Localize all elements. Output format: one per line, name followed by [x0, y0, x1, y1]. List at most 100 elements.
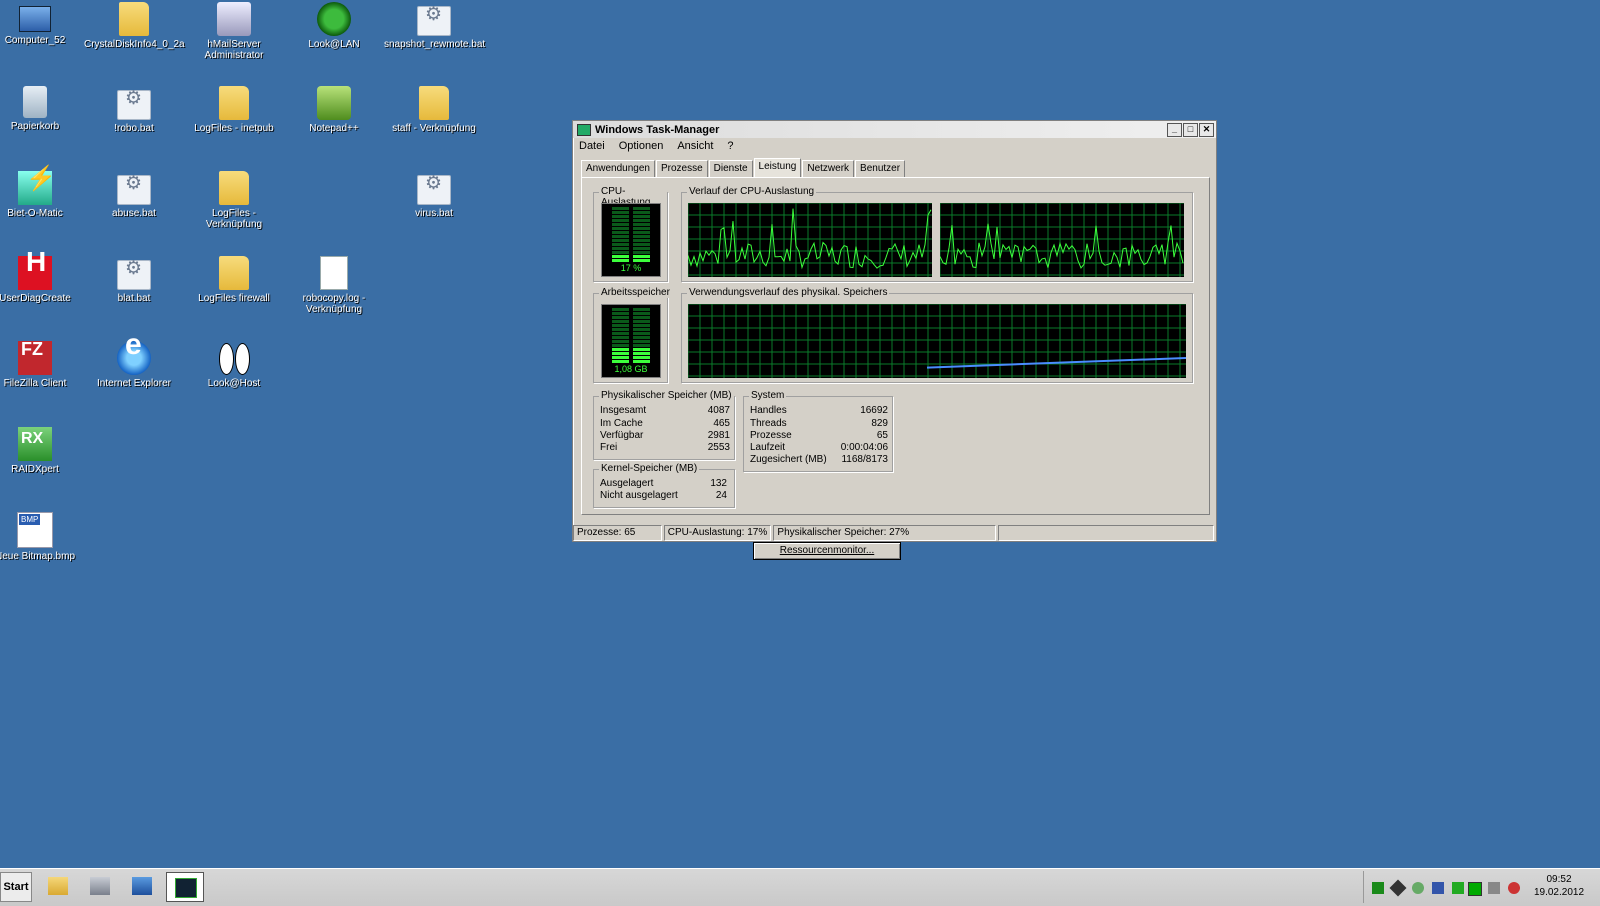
status-cpu: CPU-Auslastung: 17%	[663, 525, 772, 541]
tab-prozesse[interactable]: Prozesse	[655, 160, 708, 178]
desktop-shortcut[interactable]: FileZilla Client	[0, 341, 85, 389]
desktop-shortcut[interactable]: snapshot_rewmote.bat	[384, 2, 485, 50]
desktop-shortcut[interactable]: LogFiles - Verknüpfung	[184, 171, 284, 230]
tab-dienste[interactable]: Dienste	[708, 160, 753, 178]
checkmark-icon[interactable]	[1372, 882, 1384, 894]
look-at-lan-icon	[317, 2, 351, 36]
system-group: System Handles 16692 Threads 829 Prozess…	[743, 390, 893, 472]
memory-history-graph	[688, 304, 1186, 378]
batch-file-icon	[417, 6, 451, 36]
cpu-meter-bar-segment	[612, 223, 629, 226]
system-tray: 09:52 19.02.2012	[1363, 871, 1600, 903]
desktop-shortcut[interactable]: RAIDXpert	[0, 427, 85, 475]
cpu-meter-bar-segment	[612, 211, 629, 214]
speaker-muted-icon[interactable]	[1508, 882, 1520, 894]
desktop-shortcut[interactable]: hMailServer Administrator	[184, 2, 284, 61]
memory-meter-bar-segment	[633, 316, 650, 319]
keyboard-layout-icon[interactable]	[1432, 882, 1444, 894]
memory-meter-bar-segment	[633, 348, 650, 351]
minimize-button[interactable]: _	[1167, 122, 1182, 137]
desktop-shortcut-label: hMailServer Administrator	[204, 39, 264, 61]
memory-meter-bar-segment	[612, 336, 629, 339]
desktop-shortcut[interactable]: Neue Bitmap.bmp	[0, 512, 85, 562]
tag-icon[interactable]	[1389, 879, 1407, 897]
desktop-shortcut[interactable]: Notepad++	[284, 86, 384, 134]
internet-explorer-icon	[117, 339, 151, 375]
maximize-button[interactable]: □	[1183, 122, 1198, 137]
system-uptime-value: 0:00:04:06	[840, 442, 888, 453]
folder-icon	[219, 256, 249, 290]
cpu-meter-bar-segment	[633, 251, 650, 254]
desktop-shortcut[interactable]: Computer_52	[0, 2, 85, 46]
tab-leistung[interactable]: Leistung	[753, 158, 802, 178]
desktop-shortcut[interactable]: Internet Explorer	[84, 339, 184, 389]
task-manager-tray-icon[interactable]	[1468, 882, 1482, 896]
desktop-shortcut[interactable]: CrystalDiskInfo4_0_2a	[84, 2, 185, 50]
desktop-shortcut[interactable]: robocopy.log - Verknüpfung	[284, 256, 384, 315]
physical-memory-title: Physikalischer Speicher (MB)	[599, 390, 734, 401]
taskbar-explorer-button[interactable]	[40, 872, 76, 900]
taskbar-task-manager-button[interactable]	[166, 872, 204, 902]
menu-optionen[interactable]: Optionen	[619, 140, 664, 152]
taskbar-powershell-button[interactable]	[124, 872, 160, 900]
start-button[interactable]: Start	[0, 872, 32, 902]
memory-title: Arbeitsspeicher	[599, 287, 672, 298]
desktop-shortcut[interactable]: Papierkorb	[0, 86, 85, 132]
resource-monitor-button[interactable]: Ressourcenmonitor...	[753, 542, 901, 560]
phys-available-label: Verfügbar	[600, 430, 644, 441]
desktop-shortcut-label: robocopy.log - Verknüpfung	[302, 293, 366, 315]
cpu-meter-bar-segment	[612, 243, 629, 246]
system-threads-value: 829	[871, 418, 888, 429]
memory-meter-bar-segment	[633, 356, 650, 359]
close-button[interactable]: ✕	[1199, 122, 1214, 137]
cpu-meter-bar-segment	[633, 235, 650, 238]
desktop-shortcut[interactable]: Biet-O-Matic	[0, 171, 85, 219]
status-bar: Prozesse: 65 CPU-Auslastung: 17% Physika…	[573, 525, 1216, 541]
menu-bar: Datei Optionen Ansicht ?	[573, 138, 1216, 154]
desktop-shortcut[interactable]: LogFiles - inetpub	[184, 86, 284, 134]
desktop-shortcut-label: CrystalDiskInfo4_0_2a	[84, 39, 185, 50]
clock[interactable]: 09:52 19.02.2012	[1529, 873, 1589, 899]
cpu-meter-bar-segment	[633, 211, 650, 214]
recycle-icon[interactable]	[1412, 882, 1424, 894]
cpu-history-group: Verlauf der CPU-Auslastung	[681, 186, 1193, 282]
cpu-meter-bar-segment	[633, 231, 650, 234]
menu-datei[interactable]: Datei	[579, 140, 605, 152]
desktop-shortcut[interactable]: staff - Verknüpfung	[384, 86, 484, 134]
desktop-shortcut[interactable]: LogFiles firewall	[184, 256, 284, 304]
memory-meter-bar-segment	[612, 340, 629, 343]
menu-ansicht[interactable]: Ansicht	[677, 140, 713, 152]
cpu-meter-bar-segment	[633, 207, 650, 210]
status-processes: Prozesse: 65	[573, 525, 662, 541]
memory-meter-bar-segment	[633, 308, 650, 311]
memory-history-line	[926, 357, 1186, 369]
phys-total-label: Insgesamt	[600, 405, 647, 416]
cpu-meter-bar-segment	[633, 239, 650, 242]
desktop-shortcut[interactable]: blat.bat	[84, 256, 184, 304]
memory-meter-bar-segment	[612, 324, 629, 327]
desktop-shortcut[interactable]: abuse.bat	[84, 171, 184, 219]
desktop-shortcut[interactable]: !robo.bat	[84, 86, 184, 134]
desktop-shortcut[interactable]: Look@LAN	[284, 2, 384, 50]
taskbar-server-manager-button[interactable]	[82, 872, 118, 900]
title-bar[interactable]: Windows Task-Manager _ □ ✕	[573, 121, 1216, 138]
network-icon[interactable]	[1488, 882, 1500, 894]
cpu-usage-meter: 17 %	[601, 203, 661, 277]
tab-anwendungen[interactable]: Anwendungen	[581, 160, 655, 178]
desktop-shortcut[interactable]: virus.bat	[384, 171, 484, 219]
desktop-shortcut-label: !robo.bat	[114, 123, 154, 134]
memory-meter-bar-segment	[612, 308, 629, 311]
biet-o-matic-icon	[18, 171, 56, 205]
system-handles-value: 16692	[860, 405, 888, 416]
raidxpert-icon	[18, 427, 52, 461]
menu-help[interactable]: ?	[727, 140, 733, 152]
kernel-paged-value: 132	[710, 478, 727, 489]
memory-meter-value-label: 1,08 GB	[614, 364, 647, 374]
tab-benutzer[interactable]: Benutzer	[855, 160, 906, 178]
desktop-shortcut[interactable]: UserDiagCreate	[0, 256, 85, 304]
tab-netzwerk[interactable]: Netzwerk	[802, 160, 855, 178]
desktop-shortcut-label: staff - Verknüpfung	[392, 123, 476, 134]
update-icon[interactable]	[1452, 882, 1464, 894]
desktop-shortcut[interactable]: Look@Host	[184, 341, 284, 389]
server-manager-icon	[90, 877, 110, 895]
